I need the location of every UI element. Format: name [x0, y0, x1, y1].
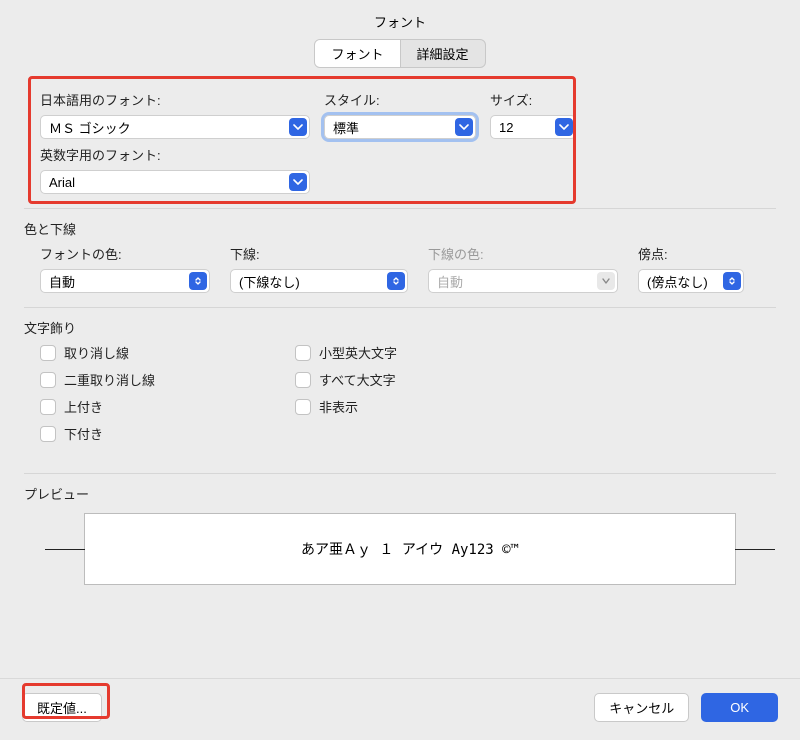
underline-label: 下線:: [230, 244, 418, 263]
subscript-label: 下付き: [64, 424, 103, 443]
double-strike-checkbox[interactable]: [40, 372, 56, 388]
color-underline-heading: 色と下線: [24, 219, 776, 238]
effects-heading: 文字飾り: [24, 318, 776, 337]
underline-select[interactable]: (下線なし): [230, 269, 408, 293]
tab-bar: フォント 詳細設定: [0, 39, 800, 68]
preview-sample: あア亜Ａｙ １ アイウ Ay123 ©™: [301, 539, 519, 559]
smallcaps-label: 小型英大文字: [319, 343, 397, 362]
hidden-label: 非表示: [319, 397, 358, 416]
font-color-label: フォントの色:: [40, 244, 220, 263]
hidden-checkbox[interactable]: [295, 399, 311, 415]
highlight-box-bottom: [22, 683, 110, 719]
allcaps-checkbox[interactable]: [295, 372, 311, 388]
underline-color-select: 自動: [428, 269, 618, 293]
preview-box: あア亜Ａｙ １ アイウ Ay123 ©™: [84, 513, 736, 585]
cancel-button[interactable]: キャンセル: [594, 693, 689, 722]
strike-checkbox[interactable]: [40, 345, 56, 361]
underline-value: (下線なし): [239, 272, 300, 291]
highlight-box-top: [28, 76, 576, 204]
preview-heading: プレビュー: [24, 484, 776, 503]
underline-color-value: 自動: [437, 272, 463, 291]
strike-label: 取り消し線: [64, 343, 129, 362]
superscript-checkbox[interactable]: [40, 399, 56, 415]
emphasis-value: (傍点なし): [647, 272, 708, 291]
smallcaps-checkbox[interactable]: [295, 345, 311, 361]
allcaps-label: すべて大文字: [319, 370, 396, 389]
emphasis-select[interactable]: (傍点なし): [638, 269, 744, 293]
tab-font[interactable]: フォント: [315, 40, 399, 67]
chevron-updown-icon: [189, 272, 207, 290]
double-strike-label: 二重取り消し線: [64, 370, 155, 389]
underline-color-label: 下線の色:: [428, 244, 628, 263]
chevron-updown-icon: [723, 272, 741, 290]
ok-button[interactable]: OK: [701, 693, 778, 722]
subscript-checkbox[interactable]: [40, 426, 56, 442]
chevron-updown-icon: [387, 272, 405, 290]
emphasis-label: 傍点:: [638, 244, 748, 263]
font-color-value: 自動: [49, 272, 75, 291]
superscript-label: 上付き: [64, 397, 103, 416]
tab-advanced[interactable]: 詳細設定: [400, 40, 485, 67]
chevron-down-icon: [597, 272, 615, 290]
dialog-title: フォント: [0, 0, 800, 39]
font-color-select[interactable]: 自動: [40, 269, 210, 293]
